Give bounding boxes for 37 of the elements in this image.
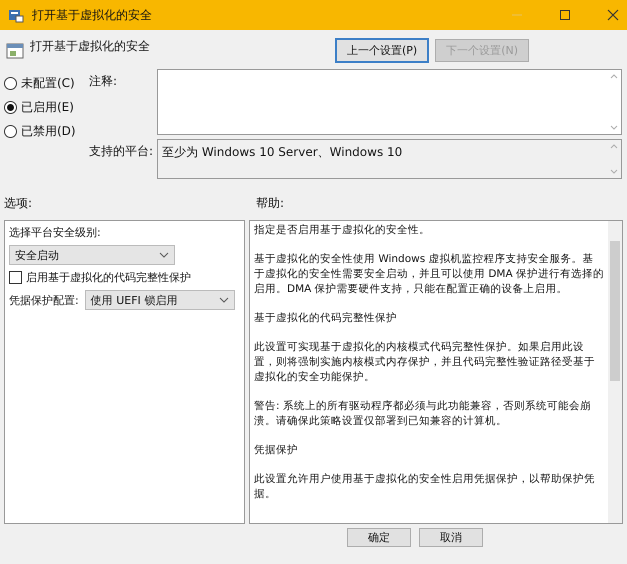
help-label: 帮助: (255, 195, 286, 212)
radio-option[interactable]: 已禁用(D) (4, 123, 89, 140)
close-icon[interactable] (607, 9, 619, 21)
dialog-button[interactable]: 确定 (347, 528, 411, 547)
comment-field[interactable] (157, 69, 622, 135)
help-paragraph: 凭据保护 (254, 443, 299, 458)
dropdown[interactable]: 安全启动 (9, 245, 175, 265)
chevron-down-icon (159, 252, 169, 258)
scroll-down-icon[interactable] (610, 169, 618, 174)
option-label: 选择平台安全级别: (9, 225, 102, 240)
options-label: 选项: (4, 195, 34, 212)
help-paragraph: 警告: 系统上的所有驱动程序都必须与此功能兼容，否则系统可能会崩溃。请确保此策略设置仅部署到已知兼容的计算机。 (254, 399, 592, 429)
field-label: 注释: (89, 73, 118, 90)
scroll-up-icon[interactable] (610, 144, 618, 149)
help-paragraph: 此设置允许用户使用基于虚拟化的安全性启用凭据保护，以帮助保护凭据。 (254, 472, 596, 502)
dropdown[interactable]: 使用 UEFI 锁启用 (84, 290, 235, 310)
help-paragraph: 此设置可实现基于虚拟化的内核模式代码完整性保护。如果启用此设置，则将强制实施内核模式内存保护，并且代码完整性验证路径受基于虚拟化的安全功能保护。 (254, 340, 596, 385)
option-label: 凭据保护配置: (9, 292, 79, 308)
scrollbar[interactable] (608, 221, 622, 523)
scroll-up-icon[interactable] (610, 74, 618, 79)
policy-setting-icon (6, 42, 24, 60)
policy-icon (8, 7, 24, 23)
help-paragraph: 基于虚拟化的代码完整性保护 (254, 311, 398, 326)
nav-button[interactable]: 上一个设置(P) (334, 38, 430, 63)
window-title: 打开基于虚拟化的安全 (32, 6, 152, 24)
setting-title: 打开基于虚拟化的安全 (30, 38, 150, 55)
platform-field: 至少为 Windows 10 Server、Windows 10 (157, 139, 622, 179)
help-paragraph: 指定是否启用基于虚拟化的安全性。 (254, 223, 431, 238)
field-label: 支持的平台: (89, 143, 154, 160)
maximize-icon[interactable] (559, 9, 571, 21)
chevron-down-icon (218, 297, 229, 303)
radio-option[interactable]: 已启用(E) (4, 99, 89, 116)
radio-option[interactable]: 未配置(C) (4, 75, 89, 92)
scroll-down-icon[interactable] (610, 125, 618, 130)
help-paragraph: 基于虚拟化的安全性使用 Windows 虚拟机监控程序支持安全服务。基于虚拟化的安全性需要安全启动，并且可以使用 DMA 保护进行有选择的启用。DMA 保护需要硬件支持，只能在配置正确的设备上启用。 (254, 252, 604, 297)
checkbox[interactable]: 启用基于虚拟化的代码完整性保护 (9, 270, 240, 285)
dialog-button[interactable]: 取消 (419, 528, 483, 547)
